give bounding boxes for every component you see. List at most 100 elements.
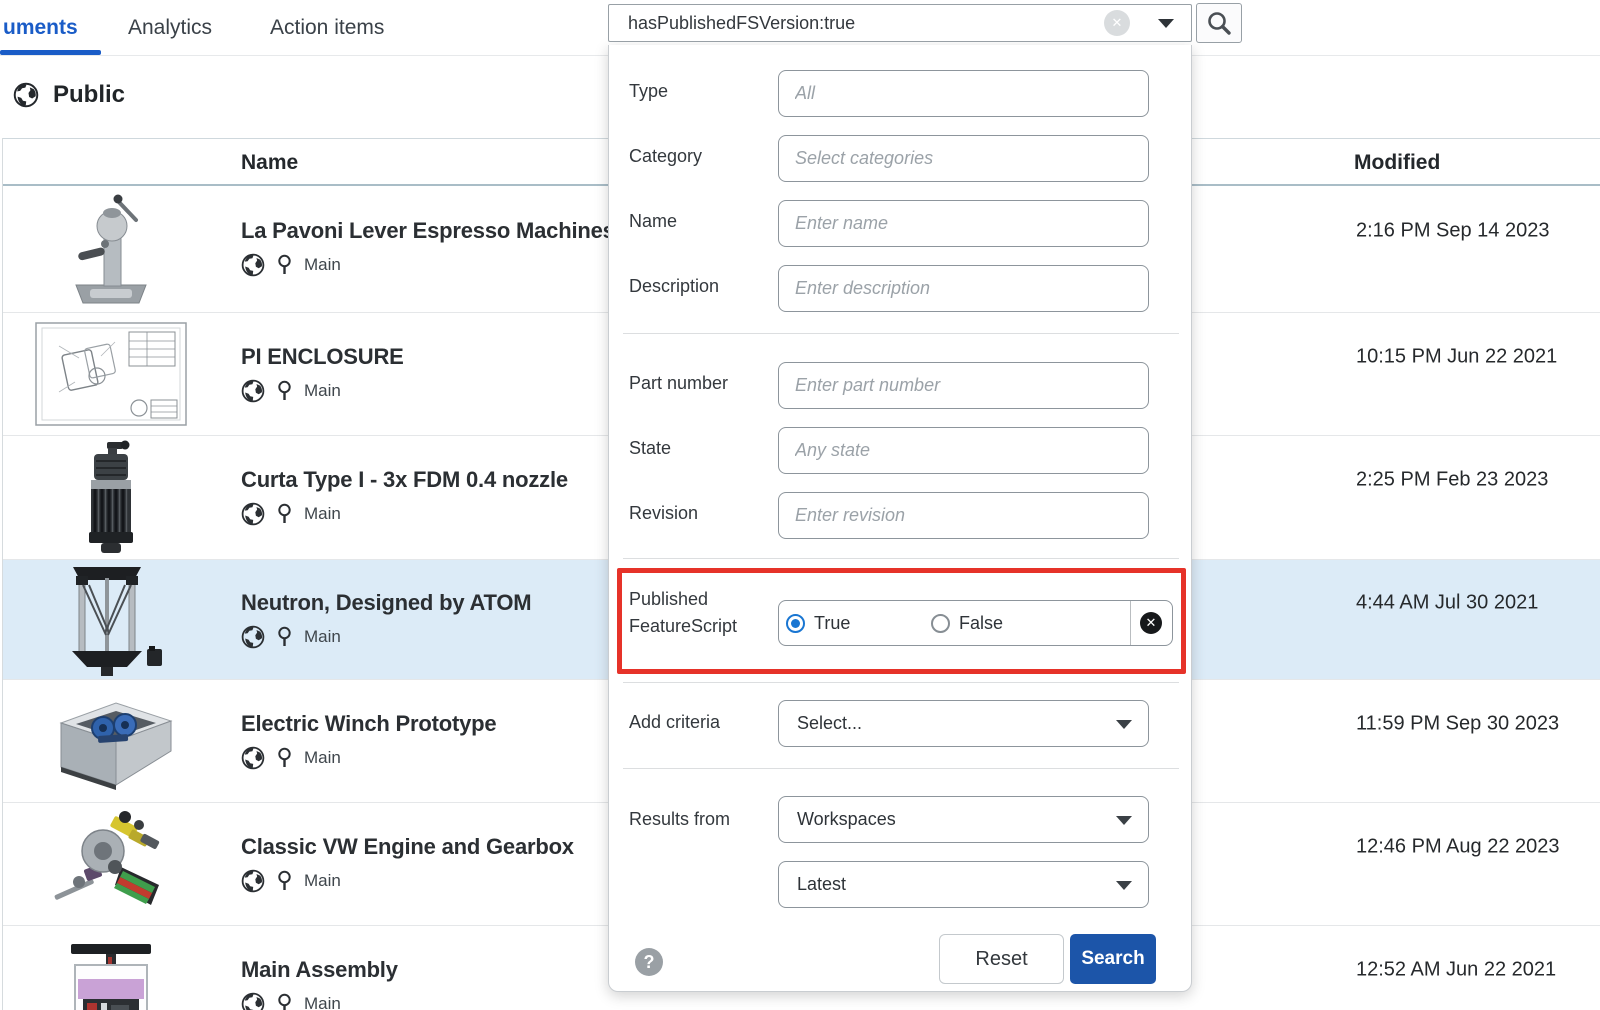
remove-criteria-icon[interactable]: ✕ bbox=[1140, 612, 1162, 634]
magnifier-icon bbox=[1206, 10, 1232, 36]
document-meta: Main bbox=[241, 869, 341, 893]
divider bbox=[1130, 601, 1131, 645]
document-name: PI ENCLOSURE bbox=[241, 344, 404, 369]
version-select[interactable]: Latest bbox=[778, 861, 1149, 908]
description-label: Description bbox=[629, 276, 719, 297]
workspace-pin-icon bbox=[276, 747, 293, 769]
workspace-label: Main bbox=[304, 871, 341, 891]
documents-page: uments Analytics Action items hasPublish… bbox=[0, 0, 1600, 1010]
document-name: Electric Winch Prototype bbox=[241, 711, 496, 736]
curta-calculator-thumbnail bbox=[80, 440, 142, 556]
document-thumbnail bbox=[3, 436, 218, 559]
vw-engine-thumbnail bbox=[41, 809, 181, 919]
version-value: Latest bbox=[797, 874, 846, 894]
workspace-pin-icon bbox=[276, 626, 293, 648]
add-criteria-label: Add criteria bbox=[629, 712, 720, 733]
globe-icon bbox=[241, 625, 265, 649]
tab-analytics[interactable]: Analytics bbox=[128, 0, 212, 55]
panel-search-button[interactable]: Search bbox=[1070, 934, 1156, 984]
document-meta: Main bbox=[241, 992, 341, 1010]
divider bbox=[623, 558, 1179, 559]
workspace-label: Main bbox=[304, 381, 341, 401]
document-name: Curta Type I - 3x FDM 0.4 nozzle bbox=[241, 467, 568, 492]
results-from-select[interactable]: Workspaces bbox=[778, 796, 1149, 843]
results-from-value: Workspaces bbox=[797, 809, 896, 829]
globe-icon bbox=[241, 746, 265, 770]
tab-documents[interactable]: uments bbox=[3, 0, 78, 55]
technical-drawing-thumbnail bbox=[35, 322, 187, 426]
globe-icon bbox=[241, 502, 265, 526]
results-from-label: Results from bbox=[629, 809, 730, 830]
radio-true[interactable] bbox=[786, 614, 805, 633]
workspace-label: Main bbox=[304, 627, 341, 647]
published-featurescript-label: Published FeatureScript bbox=[629, 586, 737, 640]
workspace-pin-icon bbox=[276, 503, 293, 525]
advanced-search-panel: Type Category Name Description Part numb… bbox=[608, 45, 1192, 992]
tab-analytics-label: Analytics bbox=[128, 16, 212, 40]
document-meta: Main bbox=[241, 746, 341, 770]
workspace-pin-icon bbox=[276, 380, 293, 402]
delta-robot-thumbnail bbox=[59, 563, 163, 677]
espresso-machine-thumbnail bbox=[66, 192, 156, 307]
electric-winch-thumbnail bbox=[46, 691, 176, 791]
document-thumbnail bbox=[3, 560, 218, 679]
workspace-pin-icon bbox=[276, 870, 293, 892]
name-label: Name bbox=[629, 211, 677, 232]
state-input[interactable] bbox=[778, 427, 1149, 474]
globe-icon bbox=[241, 992, 265, 1010]
revision-input[interactable] bbox=[778, 492, 1149, 539]
modified-date: 4:44 AM Jul 30 2021 bbox=[1356, 591, 1538, 614]
divider bbox=[623, 682, 1179, 683]
state-label: State bbox=[629, 438, 671, 459]
clear-search-icon[interactable]: ✕ bbox=[1104, 10, 1130, 36]
search-submit-button[interactable] bbox=[1196, 3, 1242, 43]
document-meta: Main bbox=[241, 379, 341, 403]
filter-heading: Public bbox=[13, 80, 125, 110]
modified-date: 11:59 PM Sep 30 2023 bbox=[1356, 712, 1559, 735]
document-meta: Main bbox=[241, 502, 341, 526]
workspace-label: Main bbox=[304, 255, 341, 275]
radio-false[interactable] bbox=[931, 614, 950, 633]
type-input[interactable] bbox=[778, 70, 1149, 117]
modified-date: 10:15 PM Jun 22 2021 bbox=[1356, 345, 1557, 368]
description-input[interactable] bbox=[778, 265, 1149, 312]
globe-icon bbox=[241, 253, 265, 277]
document-thumbnail bbox=[3, 680, 218, 802]
modified-date: 12:52 AM Jun 22 2021 bbox=[1356, 958, 1556, 981]
document-meta: Main bbox=[241, 625, 341, 649]
divider bbox=[623, 333, 1179, 334]
document-name: Main Assembly bbox=[241, 957, 398, 982]
document-name: Classic VW Engine and Gearbox bbox=[241, 834, 574, 859]
workspace-label: Main bbox=[304, 748, 341, 768]
tab-action-items[interactable]: Action items bbox=[270, 0, 384, 55]
document-thumbnail bbox=[3, 313, 218, 435]
column-header-name[interactable]: Name bbox=[241, 151, 298, 175]
reset-button[interactable]: Reset bbox=[939, 934, 1064, 984]
name-input[interactable] bbox=[778, 200, 1149, 247]
tab-action-items-label: Action items bbox=[270, 16, 384, 40]
category-input[interactable] bbox=[778, 135, 1149, 182]
type-label: Type bbox=[629, 81, 668, 102]
add-criteria-select[interactable]: Select... bbox=[778, 700, 1149, 747]
document-thumbnail bbox=[3, 926, 218, 1010]
page-title: Public bbox=[53, 81, 125, 109]
tab-documents-label: uments bbox=[3, 16, 78, 40]
question-mark-icon[interactable]: ? bbox=[635, 948, 663, 976]
published-featurescript-control: True False ✕ bbox=[778, 600, 1173, 646]
revision-label: Revision bbox=[629, 503, 698, 524]
column-header-modified[interactable]: Modified bbox=[1354, 151, 1440, 175]
document-thumbnail bbox=[3, 803, 218, 925]
add-criteria-value: Select... bbox=[797, 713, 862, 733]
radio-false-label[interactable]: False bbox=[959, 601, 1003, 645]
document-name: La Pavoni Lever Espresso Machines bbox=[241, 218, 615, 243]
part-number-label: Part number bbox=[629, 373, 728, 394]
workspace-label: Main bbox=[304, 994, 341, 1010]
radio-true-label[interactable]: True bbox=[814, 601, 850, 645]
workspace-label: Main bbox=[304, 504, 341, 524]
modified-date: 12:46 PM Aug 22 2023 bbox=[1356, 835, 1560, 858]
document-thumbnail bbox=[3, 186, 218, 312]
chevron-down-icon[interactable] bbox=[1158, 19, 1174, 28]
divider bbox=[623, 768, 1179, 769]
part-number-input[interactable] bbox=[778, 362, 1149, 409]
globe-icon bbox=[241, 869, 265, 893]
